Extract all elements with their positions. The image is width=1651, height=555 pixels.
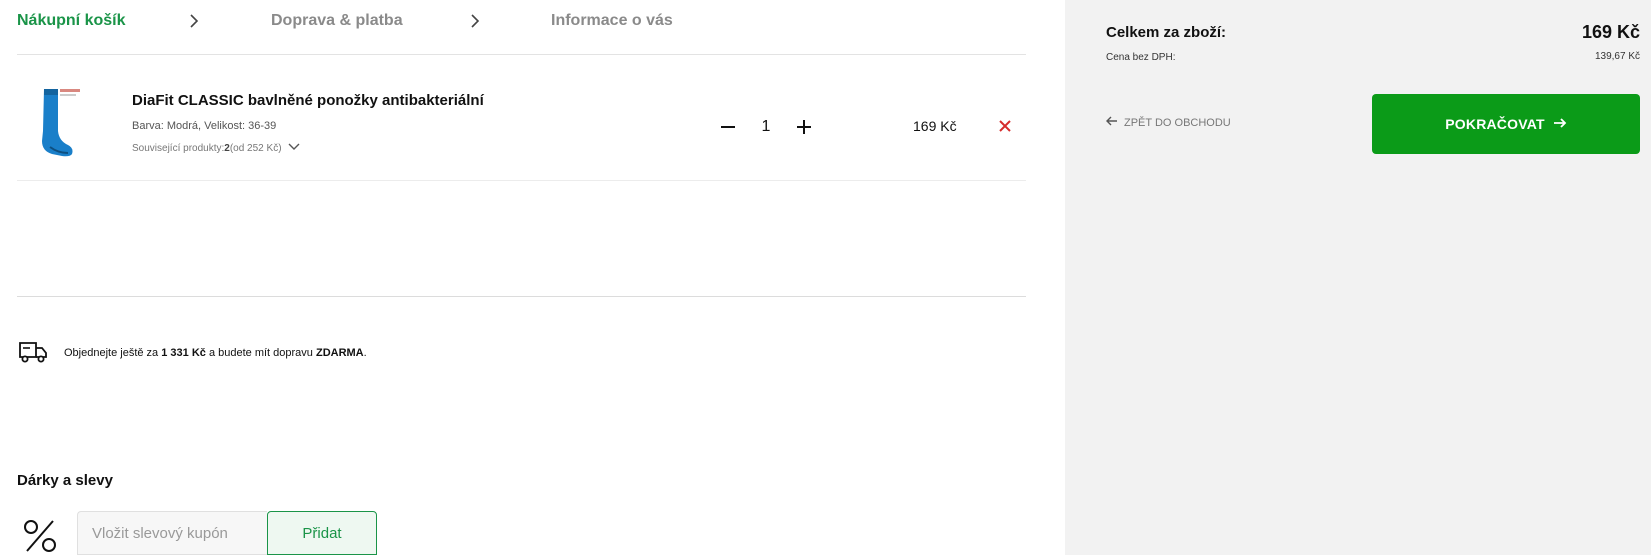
- free-shipping-note: Objednejte ještě za 1 331 Kč a budete mí…: [64, 347, 367, 359]
- add-coupon-button[interactable]: Přidat: [267, 511, 377, 555]
- checkout-steps: Nákupní košík Doprava & platba Informace…: [17, 0, 1026, 55]
- free-shipping-amount: 1 331 Kč: [161, 347, 206, 359]
- sock-product-image[interactable]: [28, 87, 84, 157]
- section-divider: [17, 296, 1026, 297]
- arrow-right-icon: [1553, 116, 1567, 132]
- plus-icon[interactable]: [793, 116, 815, 138]
- free-shipping-suffix: .: [363, 347, 367, 359]
- delivery-truck-icon: [18, 340, 48, 364]
- continue-label: POKRAČOVAT: [1445, 116, 1545, 132]
- free-shipping-middle: a budete mít dopravu: [205, 347, 316, 359]
- coupon-input[interactable]: [77, 511, 267, 555]
- product-name[interactable]: DiaFit CLASSIC bavlněné ponožky antibakt…: [132, 92, 484, 109]
- minus-icon[interactable]: [717, 116, 739, 138]
- chevron-down-icon: [288, 143, 300, 154]
- quantity-stepper: 1: [717, 115, 815, 139]
- chevron-right-icon: [469, 13, 481, 29]
- close-icon[interactable]: [997, 118, 1013, 134]
- product-variant: Barva: Modrá, Velikost: 36-39: [132, 120, 277, 132]
- order-summary: Celkem za zboží: 169 Kč Cena bez DPH: 13…: [1065, 0, 1651, 555]
- related-products-toggle[interactable]: Související produkty: 2 (od 252 Kč): [132, 143, 300, 154]
- gifts-discounts-title: Dárky a slevy: [17, 472, 113, 489]
- step-cart[interactable]: Nákupní košík: [17, 12, 125, 30]
- price-without-vat-value: 139,67 Kč: [1594, 51, 1640, 62]
- arrow-left-icon: [1106, 116, 1118, 129]
- related-products-prefix: Související produkty:: [132, 143, 225, 154]
- step-shipping-payment[interactable]: Doprava & platba: [271, 12, 403, 30]
- percent-icon: [22, 518, 58, 554]
- chevron-right-icon: [188, 13, 200, 29]
- back-to-shop-label: ZPĚT DO OBCHODU: [1124, 116, 1231, 129]
- quantity-value[interactable]: 1: [739, 118, 793, 136]
- step-customer-info[interactable]: Informace o vás: [551, 12, 673, 30]
- back-to-shop-link[interactable]: ZPĚT DO OBCHODU: [1106, 116, 1231, 129]
- cart-main: Nákupní košík Doprava & platba Informace…: [0, 0, 1065, 555]
- cart-item-row: DiaFit CLASSIC bavlněné ponožky antibakt…: [17, 55, 1026, 181]
- item-price: 169 Kč: [913, 118, 957, 134]
- total-label: Celkem za zboží:: [1106, 24, 1227, 41]
- price-without-vat-label: Cena bez DPH:: [1106, 52, 1176, 63]
- free-shipping-prefix: Objednejte ještě za: [64, 347, 162, 359]
- free-shipping-free: ZDARMA: [315, 347, 364, 359]
- related-products-suffix: (od 252 Kč): [229, 143, 282, 154]
- continue-button[interactable]: POKRAČOVAT: [1372, 94, 1640, 154]
- total-value: 169 Kč: [1581, 22, 1640, 42]
